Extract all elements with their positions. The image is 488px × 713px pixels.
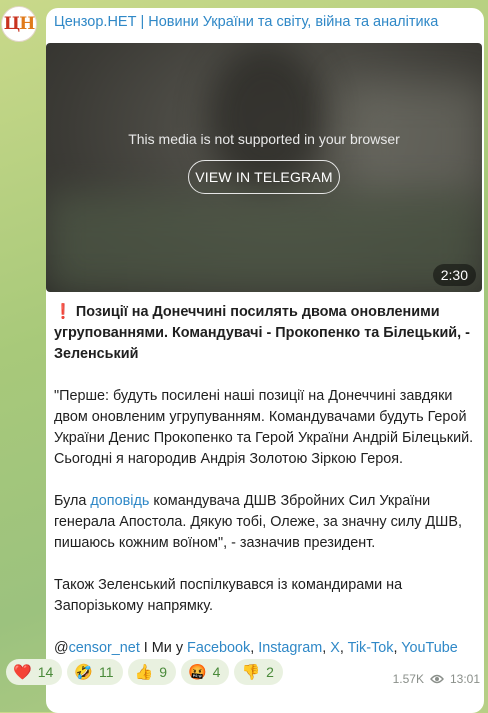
avatar-letter-2: Н [19, 14, 35, 34]
post-paragraph-3: Також Зеленський поспілкувався із команд… [54, 577, 403, 614]
post-paragraph-1: "Перше: будуть посилені наші позиції на … [54, 388, 474, 467]
thumbs-down-icon: 👎 [241, 664, 261, 681]
reactions-bar: ❤️ 14 🤣 11 👍 9 🤬 4 👎 2 [6, 659, 283, 685]
view-count: 1.57K [392, 672, 424, 686]
post-text: ❗ Позиції на Донеччині посилять двома он… [54, 302, 478, 680]
youtube-link[interactable]: YouTube [401, 640, 458, 656]
exclamation-icon: ❗ [54, 304, 72, 320]
facebook-link[interactable]: Facebook [187, 640, 250, 656]
channel-avatar[interactable]: ЦН [1, 6, 37, 42]
reaction-rofl[interactable]: 🤣 11 [67, 659, 123, 685]
post-paragraph-2: Була доповідь командувача ДШВ Збройних С… [54, 493, 462, 551]
rofl-icon: 🤣 [74, 664, 93, 681]
avatar-letter-1: Ц [3, 14, 20, 34]
eye-icon [430, 674, 444, 684]
censor-net-link[interactable]: censor_net [69, 640, 140, 656]
angry-face-icon: 🤬 [187, 664, 207, 681]
post-footer: @censor_net І Ми у Facebook, Instagram, … [54, 640, 458, 656]
reaction-angry[interactable]: 🤬 4 [180, 659, 230, 685]
video-duration-badge: 2:30 [432, 264, 476, 286]
reaction-thumbs-down[interactable]: 👎 2 [234, 659, 283, 685]
thumbs-up-icon: 👍 [134, 664, 154, 681]
headline-text: Позиції на Донеччині посилять двома онов… [54, 304, 470, 362]
reaction-thumbs-up[interactable]: 👍 9 [127, 659, 176, 685]
reaction-heart[interactable]: ❤️ 14 [6, 659, 63, 685]
message-meta: 1.57K 13:01 [393, 672, 480, 686]
x-link[interactable]: X [330, 640, 340, 656]
channel-title-link[interactable]: Цензор.НЕТ | Новини України та світу, ві… [54, 14, 438, 30]
message-bubble: Цензор.НЕТ | Новини України та світу, ві… [46, 8, 484, 713]
heart-icon: ❤️ [13, 664, 32, 681]
message-time: 13:01 [449, 672, 480, 686]
tiktok-link[interactable]: Tik-Tok [348, 640, 394, 656]
unsupported-media-message: This media is not supported in your brow… [128, 131, 400, 147]
instagram-link[interactable]: Instagram [258, 640, 322, 656]
video-media[interactable]: This media is not supported in your brow… [46, 43, 482, 292]
post-headline: ❗ Позиції на Донеччині посилять двома он… [54, 302, 478, 365]
report-link[interactable]: доповідь [90, 493, 149, 509]
view-in-telegram-button[interactable]: VIEW IN TELEGRAM [188, 160, 340, 194]
